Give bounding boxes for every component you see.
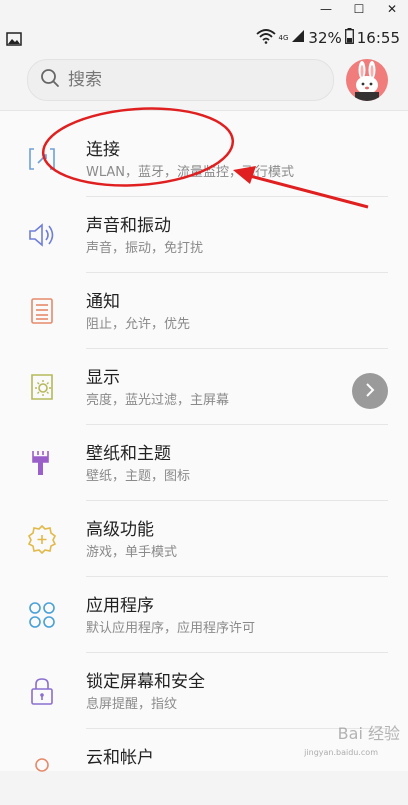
settings-item-subtitle: 声音，振动，免打扰 xyxy=(86,241,204,256)
watermark-url: jingyan.baidu.com xyxy=(304,748,378,757)
settings-item-subtitle: 壁纸，主题，图标 xyxy=(86,469,191,484)
settings-item-title: 云和帐户 xyxy=(86,748,154,768)
search-icon xyxy=(40,68,60,92)
settings-item-advanced[interactable]: 高级功能 游戏，单手模式 xyxy=(0,501,408,577)
settings-item-title: 高级功能 xyxy=(86,520,154,540)
settings-item-subtitle: 息屏提醒，指纹 xyxy=(86,697,178,712)
settings-item-apps[interactable]: 应用程序 默认应用程序，应用程序许可 xyxy=(0,577,408,653)
connections-icon xyxy=(26,143,58,175)
settings-item-wallpaper-theme[interactable]: 壁纸和主题 壁纸，主题，图标 xyxy=(0,425,408,501)
settings-item-lock-security[interactable]: 锁定屏幕和安全 息屏提醒，指纹 xyxy=(0,653,408,729)
settings-list: 连接 WLAN，蓝牙，流量监控，飞行模式 声音和振动 声音，振动，免打扰 通知 … xyxy=(0,110,408,772)
watermark-logo: Bai 经验 xyxy=(337,724,400,743)
search-bar[interactable] xyxy=(27,59,334,101)
settings-item-subtitle: 游戏，单手模式 xyxy=(86,545,178,560)
settings-item-title: 显示 xyxy=(86,368,120,388)
profile-avatar[interactable] xyxy=(346,59,388,101)
battery-percent: 32% xyxy=(308,29,342,47)
settings-item-title: 壁纸和主题 xyxy=(86,444,171,464)
settings-item-connections[interactable]: 连接 WLAN，蓝牙，流量监控，飞行模式 xyxy=(0,121,408,197)
gallery-icon xyxy=(6,31,22,50)
settings-item-title: 锁定屏幕和安全 xyxy=(86,672,205,692)
network-type-label: 4G xyxy=(278,34,289,42)
status-bar: 4G 32% 16:55 xyxy=(0,22,408,56)
close-button[interactable]: ✕ xyxy=(382,2,402,16)
settings-item-subtitle: 阻止，允许，优先 xyxy=(86,317,191,332)
search-input[interactable] xyxy=(66,69,300,91)
settings-item-title: 声音和振动 xyxy=(86,216,171,236)
brush-icon xyxy=(26,447,58,479)
settings-item-notifications[interactable]: 通知 阻止，允许，优先 xyxy=(0,273,408,349)
battery-icon xyxy=(344,28,354,48)
clock: 16:55 xyxy=(356,29,400,47)
display-icon xyxy=(26,371,58,403)
settings-item-subtitle: 亮度，蓝光过滤，主屏幕 xyxy=(86,393,230,408)
settings-item-subtitle: 默认应用程序，应用程序许可 xyxy=(86,621,256,636)
settings-item-display[interactable]: 显示 亮度，蓝光过滤，主屏幕 xyxy=(0,349,408,425)
maximize-button[interactable]: ☐ xyxy=(349,2,369,16)
settings-item-title: 连接 xyxy=(86,140,120,160)
settings-item-title: 应用程序 xyxy=(86,596,154,616)
settings-item-subtitle: WLAN，蓝牙，流量监控，飞行模式 xyxy=(86,165,295,180)
cloud-key-icon xyxy=(26,751,58,783)
speaker-icon xyxy=(26,219,58,251)
signal-icon xyxy=(291,29,305,47)
settings-item-title: 通知 xyxy=(86,292,120,312)
gear-plus-icon xyxy=(26,523,58,555)
chevron-right-icon xyxy=(363,382,377,401)
next-arrow-button[interactable] xyxy=(352,373,388,409)
minimize-button[interactable]: — xyxy=(316,2,336,16)
wifi-icon xyxy=(255,28,276,48)
lock-icon xyxy=(26,675,58,707)
settings-item-sound[interactable]: 声音和振动 声音，振动，免打扰 xyxy=(0,197,408,273)
notification-icon xyxy=(26,295,58,327)
apps-icon xyxy=(26,599,58,631)
window-titlebar: — ☐ ✕ xyxy=(0,0,408,22)
